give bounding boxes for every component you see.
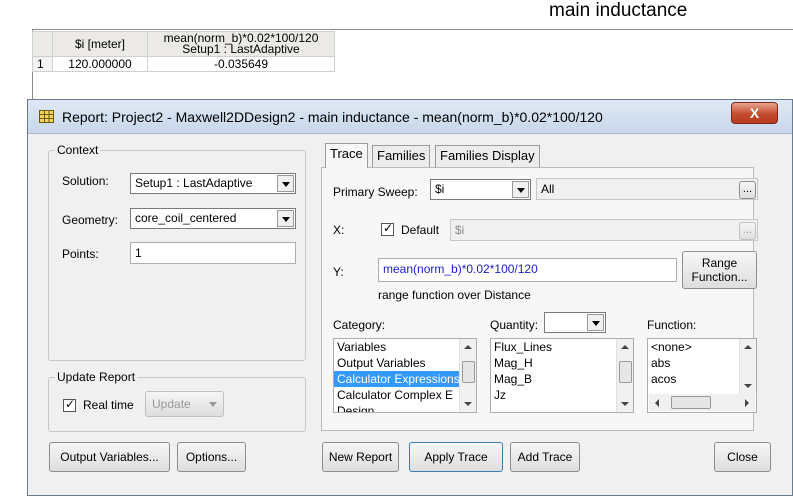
quantity-filter-select[interactable] [544,312,606,333]
column-header-sweep[interactable]: $i [meter] [52,31,148,57]
geometry-label: Geometry: [62,213,119,227]
tab-trace[interactable]: Trace [325,143,368,168]
dropdown-arrow-icon [209,402,217,407]
scroll-thumb[interactable] [462,361,475,383]
solution-value: Setup1 : LastAdaptive [135,176,253,190]
scroll-down-icon [621,402,629,406]
update-button[interactable]: Update [145,391,224,417]
list-item[interactable]: Jz [491,387,633,403]
x-expression-field[interactable]: $i [450,219,758,241]
function-vscrollbar[interactable] [739,339,756,394]
chevron-down-icon [587,314,604,331]
results-table: $i [meter] mean(norm_b)*0.02*100/120 Set… [32,31,335,72]
range-function-note: range function over Distance [378,288,531,302]
scroll-up-icon [464,345,472,349]
category-list[interactable]: Variables Output Variables Calculator Ex… [333,338,477,413]
function-hscrollbar[interactable] [649,394,755,411]
list-item[interactable]: Output Variables [334,355,476,371]
sweep-browse-button[interactable]: ... [739,181,756,199]
function-label: Function: [647,318,697,332]
x-expression-value: $i [455,223,465,237]
scroll-up-icon [621,345,629,349]
primary-sweep-label: Primary Sweep: [333,185,418,199]
plot-divider [32,29,793,30]
chevron-down-icon [277,210,294,227]
scroll-thumb[interactable] [671,396,711,409]
add-trace-button[interactable]: Add Trace [510,442,580,472]
close-button[interactable]: Close [714,442,771,472]
table-corner-cell [32,31,53,57]
report-plot-title: main inductance [549,0,688,21]
default-x-checkbox[interactable] [381,221,394,236]
quantity-list[interactable]: Flux_Lines Mag_H Mag_B Jz [490,338,634,413]
table-cell-sweep: 120.000000 [52,56,148,72]
scroll-down-icon [464,402,472,406]
dialog-title: Report: Project2 - Maxwell2DDesign2 - ma… [62,109,603,125]
list-item[interactable]: Variables [334,339,476,355]
range-function-button[interactable]: Range Function... [682,251,757,289]
context-legend: Context [57,143,99,157]
close-window-button[interactable]: X [731,102,778,124]
geometry-value: core_coil_centered [135,211,237,225]
points-field[interactable]: 1 [130,242,296,264]
sweep-range-value: All [541,182,555,196]
category-scrollbar[interactable] [459,339,476,412]
row-number: 1 [32,56,53,72]
list-item-selected[interactable]: Calculator Expressions [334,371,476,387]
sweep-range-field[interactable]: All [536,178,758,200]
default-x-label: Default [401,223,440,237]
y-expression-field[interactable]: mean(norm_b)*0.02*100/120 [378,258,677,282]
new-report-button[interactable]: New Report [322,442,399,472]
report-table-icon [39,110,54,123]
column-header-setup: Setup1 : LastAdaptive [182,42,300,56]
primary-sweep-value: $i [435,182,445,196]
list-item[interactable]: Mag_B [491,371,633,387]
realtime-checkbox[interactable] [63,397,76,412]
dialog-titlebar[interactable]: Report: Project2 - Maxwell2DDesign2 - ma… [28,100,792,134]
tab-families-display[interactable]: Families Display [435,145,540,167]
chevron-down-icon [277,175,294,192]
tab-families[interactable]: Families [372,145,431,167]
category-label: Category: [333,318,386,332]
quantity-label: Quantity: [490,318,539,332]
chevron-down-icon [512,181,529,198]
update-report-legend: Update Report [57,370,136,384]
list-item[interactable]: Mag_H [491,355,633,371]
quantity-scrollbar[interactable] [616,339,633,412]
update-button-label: Update [152,397,191,411]
list-item[interactable]: Design [334,403,476,412]
geometry-select[interactable]: core_coil_centered [130,208,296,229]
options-button[interactable]: Options... [177,442,246,472]
scroll-thumb[interactable] [619,361,632,383]
column-header-expression[interactable]: mean(norm_b)*0.02*100/120 Setup1 : LastA… [147,31,335,57]
scroll-down-icon [744,384,752,388]
realtime-label: Real time [83,398,134,412]
y-label: Y: [333,265,344,279]
list-item[interactable]: Flux_Lines [491,339,633,355]
function-list[interactable]: <none> abs acos [647,338,757,413]
list-item[interactable]: Calculator Complex E [334,387,476,403]
scroll-up-icon [744,345,752,349]
scroll-right-icon [745,399,749,407]
x-label: X: [333,223,345,237]
primary-sweep-select[interactable]: $i [430,179,531,200]
x-browse-button[interactable]: ... [739,222,756,240]
output-variables-button[interactable]: Output Variables... [49,442,170,472]
apply-trace-button[interactable]: Apply Trace [409,442,503,472]
table-cell-value: -0.035649 [147,56,335,72]
points-label: Points: [62,247,99,261]
solution-label: Solution: [62,174,109,188]
table-row: 1 120.000000 -0.035649 [32,56,335,72]
report-dialog: Report: Project2 - Maxwell2DDesign2 - ma… [27,99,793,496]
solution-select[interactable]: Setup1 : LastAdaptive [130,173,296,194]
table-header-row: $i [meter] mean(norm_b)*0.02*100/120 Set… [32,31,335,57]
scroll-left-icon [655,399,659,407]
